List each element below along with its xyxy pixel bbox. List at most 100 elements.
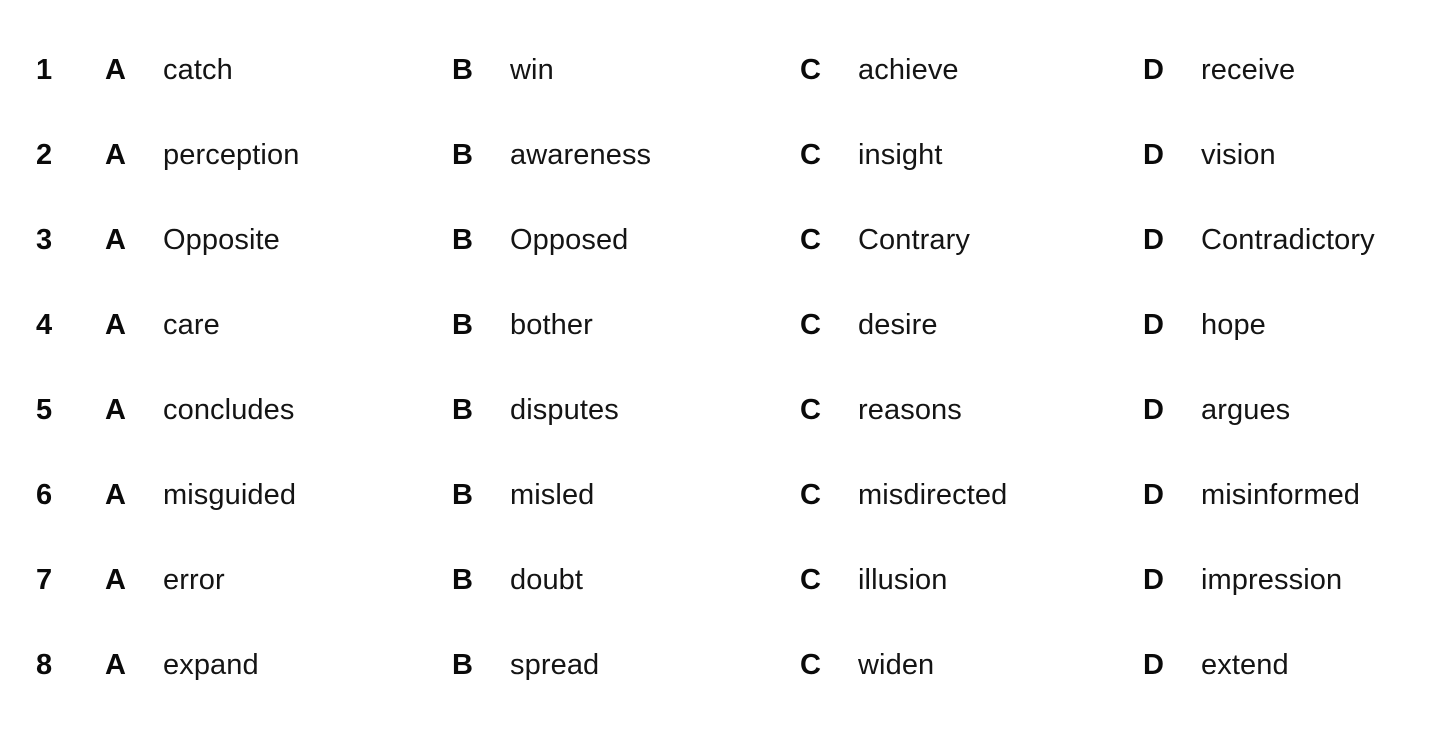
option-text-d: misinformed	[1201, 479, 1361, 511]
option-choice-a[interactable]: A concludes	[105, 394, 452, 427]
option-letter-c: C	[800, 394, 821, 426]
option-choice-b[interactable]: B bother	[452, 309, 800, 342]
option-letter-b: B	[452, 649, 473, 681]
option-choice-c[interactable]: C reasons	[800, 394, 1143, 427]
option-letter-b: B	[452, 224, 473, 256]
option-letter-c: C	[800, 564, 821, 596]
option-text-c: widen	[858, 649, 935, 681]
option-text-a: catch	[163, 54, 233, 86]
option-letter-d: D	[1143, 479, 1164, 511]
option-letter-b: B	[452, 479, 473, 511]
option-choice-a[interactable]: A catch	[105, 54, 452, 87]
option-choice-d[interactable]: D misinformed	[1143, 479, 1433, 512]
option-text-b: bother	[510, 309, 593, 341]
option-letter-a: A	[105, 54, 126, 86]
option-choice-b[interactable]: B doubt	[452, 564, 800, 597]
option-choice-b[interactable]: B misled	[452, 479, 800, 512]
option-letter-c: C	[800, 309, 821, 341]
option-letter-d: D	[1143, 224, 1164, 256]
option-letter-b: B	[452, 394, 473, 426]
option-letter-b: B	[452, 54, 473, 86]
option-text-b: spread	[510, 649, 600, 681]
option-choice-a[interactable]: A misguided	[105, 479, 452, 512]
option-choice-d[interactable]: D impression	[1143, 564, 1433, 597]
question-number: 7	[36, 564, 53, 596]
option-choice-b[interactable]: B Opposed	[452, 224, 800, 257]
option-choice-c[interactable]: C widen	[800, 649, 1143, 682]
option-letter-d: D	[1143, 309, 1164, 341]
option-letter-d: D	[1143, 394, 1164, 426]
option-letter-b: B	[452, 309, 473, 341]
question-number: 3	[36, 224, 53, 256]
option-choice-a[interactable]: A perception	[105, 139, 452, 172]
option-text-b: doubt	[510, 564, 584, 596]
option-text-a: perception	[163, 139, 300, 171]
option-text-b: disputes	[510, 394, 619, 426]
option-text-c: insight	[858, 139, 943, 171]
option-choice-c[interactable]: C Contrary	[800, 224, 1143, 257]
option-choice-a[interactable]: A expand	[105, 649, 452, 682]
option-choice-d[interactable]: D extend	[1143, 649, 1433, 682]
option-letter-c: C	[800, 649, 821, 681]
option-choice-a[interactable]: A error	[105, 564, 452, 597]
question-row: 2 A perception B awareness C insight D v…	[0, 113, 1433, 198]
question-row: 3 A Opposite B Opposed C Contrary D Cont…	[0, 198, 1433, 283]
option-text-d: impression	[1201, 564, 1343, 596]
option-text-c: desire	[858, 309, 938, 341]
option-letter-b: B	[452, 564, 473, 596]
question-number: 8	[36, 649, 53, 681]
option-text-d: argues	[1201, 394, 1291, 426]
option-text-a: care	[163, 309, 220, 341]
option-letter-d: D	[1143, 649, 1164, 681]
option-letter-d: D	[1143, 54, 1164, 86]
option-letter-a: A	[105, 564, 126, 596]
option-choice-a[interactable]: A care	[105, 309, 452, 342]
option-text-b: win	[510, 54, 554, 86]
option-choice-d[interactable]: D receive	[1143, 54, 1433, 87]
option-text-c: reasons	[858, 394, 962, 426]
option-letter-a: A	[105, 139, 126, 171]
option-choice-d[interactable]: D hope	[1143, 309, 1433, 342]
option-choice-b[interactable]: B awareness	[452, 139, 800, 172]
option-text-b: misled	[510, 479, 595, 511]
option-text-c: Contrary	[858, 224, 970, 256]
option-text-b: awareness	[510, 139, 652, 171]
option-letter-c: C	[800, 54, 821, 86]
question-row: 6 A misguided B misled C misdirected D m…	[0, 453, 1433, 538]
option-text-d: extend	[1201, 649, 1289, 681]
option-letter-a: A	[105, 479, 126, 511]
option-choice-c[interactable]: C misdirected	[800, 479, 1143, 512]
option-choice-a[interactable]: A Opposite	[105, 224, 452, 257]
question-number: 6	[36, 479, 53, 511]
option-letter-a: A	[105, 394, 126, 426]
option-choice-b[interactable]: B disputes	[452, 394, 800, 427]
option-text-a: expand	[163, 649, 259, 681]
option-letter-a: A	[105, 224, 126, 256]
question-number: 2	[36, 139, 53, 171]
option-text-d: Contradictory	[1201, 224, 1375, 256]
option-choice-c[interactable]: C insight	[800, 139, 1143, 172]
question-number: 5	[36, 394, 53, 426]
option-text-c: illusion	[858, 564, 948, 596]
option-choice-b[interactable]: B spread	[452, 649, 800, 682]
question-row: 1 A catch B win C achieve D receive	[0, 28, 1433, 113]
option-choice-c[interactable]: C illusion	[800, 564, 1143, 597]
option-choice-c[interactable]: C desire	[800, 309, 1143, 342]
option-choice-d[interactable]: D argues	[1143, 394, 1433, 427]
option-text-b: Opposed	[510, 224, 629, 256]
option-text-a: error	[163, 564, 225, 596]
answer-options-sheet: 1 A catch B win C achieve D receive 2 A …	[0, 0, 1433, 741]
option-text-a: misguided	[163, 479, 297, 511]
option-choice-d[interactable]: D Contradictory	[1143, 224, 1433, 257]
option-choice-c[interactable]: C achieve	[800, 54, 1143, 87]
option-choice-b[interactable]: B win	[452, 54, 800, 87]
question-row: 7 A error B doubt C illusion D impressio…	[0, 538, 1433, 623]
option-letter-a: A	[105, 309, 126, 341]
question-row: 4 A care B bother C desire D hope	[0, 283, 1433, 368]
question-row: 8 A expand B spread C widen D extend	[0, 623, 1433, 708]
option-choice-d[interactable]: D vision	[1143, 139, 1433, 172]
question-number: 1	[36, 54, 53, 86]
option-text-a: Opposite	[163, 224, 280, 256]
option-text-c: misdirected	[858, 479, 1008, 511]
option-letter-a: A	[105, 649, 126, 681]
